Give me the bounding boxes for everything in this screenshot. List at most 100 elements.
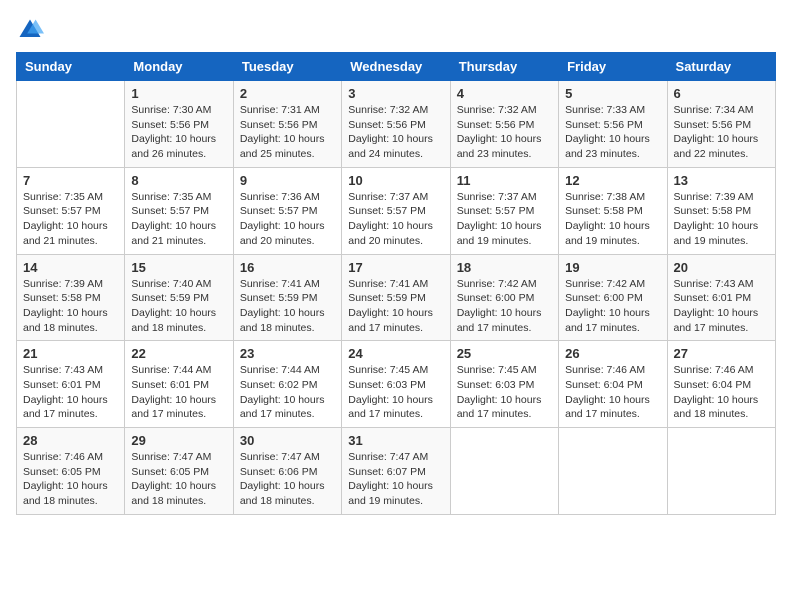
- cell-content: Sunrise: 7:44 AMSunset: 6:01 PMDaylight:…: [131, 363, 226, 422]
- cell-content: Sunrise: 7:45 AMSunset: 6:03 PMDaylight:…: [457, 363, 552, 422]
- calendar-week-row: 21 Sunrise: 7:43 AMSunset: 6:01 PMDayligh…: [17, 341, 776, 428]
- calendar-day-header: Sunday: [17, 53, 125, 81]
- day-number: 10: [348, 173, 443, 188]
- cell-content: Sunrise: 7:30 AMSunset: 5:56 PMDaylight:…: [131, 103, 226, 162]
- day-number: 24: [348, 346, 443, 361]
- calendar-cell: 22 Sunrise: 7:44 AMSunset: 6:01 PMDayligh…: [125, 341, 233, 428]
- calendar-cell: 20 Sunrise: 7:43 AMSunset: 6:01 PMDayligh…: [667, 254, 775, 341]
- cell-content: Sunrise: 7:31 AMSunset: 5:56 PMDaylight:…: [240, 103, 335, 162]
- day-number: 22: [131, 346, 226, 361]
- day-number: 29: [131, 433, 226, 448]
- day-number: 9: [240, 173, 335, 188]
- calendar-cell: 6 Sunrise: 7:34 AMSunset: 5:56 PMDaylight…: [667, 81, 775, 168]
- calendar-week-row: 14Sunrise: 7:39 AMSunset: 5:58 PMDayligh…: [17, 254, 776, 341]
- cell-content: Sunrise: 7:46 AMSunset: 6:04 PMDaylight:…: [674, 363, 769, 422]
- calendar-cell: 27 Sunrise: 7:46 AMSunset: 6:04 PMDayligh…: [667, 341, 775, 428]
- day-number: 8: [131, 173, 226, 188]
- calendar-cell: 24 Sunrise: 7:45 AMSunset: 6:03 PMDayligh…: [342, 341, 450, 428]
- cell-content: Sunrise: 7:47 AMSunset: 6:06 PMDaylight:…: [240, 450, 335, 509]
- cell-content: Sunrise: 7:37 AMSunset: 5:57 PMDaylight:…: [348, 190, 443, 249]
- calendar-cell: 18Sunrise: 7:42 AMSunset: 6:00 PMDayligh…: [450, 254, 558, 341]
- cell-content: Sunrise: 7:43 AMSunset: 6:01 PMDaylight:…: [674, 277, 769, 336]
- calendar-cell: 4 Sunrise: 7:32 AMSunset: 5:56 PMDaylight…: [450, 81, 558, 168]
- calendar-day-header: Tuesday: [233, 53, 341, 81]
- calendar-cell: 30 Sunrise: 7:47 AMSunset: 6:06 PMDayligh…: [233, 428, 341, 515]
- calendar-table: SundayMondayTuesdayWednesdayThursdayFrid…: [16, 52, 776, 515]
- day-number: 3: [348, 86, 443, 101]
- calendar-cell: 5 Sunrise: 7:33 AMSunset: 5:56 PMDaylight…: [559, 81, 667, 168]
- calendar-cell: 17Sunrise: 7:41 AMSunset: 5:59 PMDayligh…: [342, 254, 450, 341]
- calendar-cell: [667, 428, 775, 515]
- calendar-cell: 28Sunrise: 7:46 AMSunset: 6:05 PMDayligh…: [17, 428, 125, 515]
- calendar-cell: 26Sunrise: 7:46 AMSunset: 6:04 PMDayligh…: [559, 341, 667, 428]
- cell-content: Sunrise: 7:36 AMSunset: 5:57 PMDaylight:…: [240, 190, 335, 249]
- calendar-cell: [450, 428, 558, 515]
- calendar-cell: 14Sunrise: 7:39 AMSunset: 5:58 PMDayligh…: [17, 254, 125, 341]
- calendar-cell: 11 Sunrise: 7:37 AMSunset: 5:57 PMDayligh…: [450, 167, 558, 254]
- day-number: 25: [457, 346, 552, 361]
- day-number: 31: [348, 433, 443, 448]
- cell-content: Sunrise: 7:34 AMSunset: 5:56 PMDaylight:…: [674, 103, 769, 162]
- cell-content: Sunrise: 7:41 AMSunset: 5:59 PMDaylight:…: [240, 277, 335, 336]
- calendar-day-header: Friday: [559, 53, 667, 81]
- cell-content: Sunrise: 7:32 AMSunset: 5:56 PMDaylight:…: [457, 103, 552, 162]
- calendar-cell: 1 Sunrise: 7:30 AMSunset: 5:56 PMDaylight…: [125, 81, 233, 168]
- cell-content: Sunrise: 7:32 AMSunset: 5:56 PMDaylight:…: [348, 103, 443, 162]
- day-number: 18: [457, 260, 552, 275]
- day-number: 4: [457, 86, 552, 101]
- day-number: 7: [23, 173, 118, 188]
- page-header: [16, 16, 776, 44]
- calendar-week-row: 28Sunrise: 7:46 AMSunset: 6:05 PMDayligh…: [17, 428, 776, 515]
- day-number: 11: [457, 173, 552, 188]
- cell-content: Sunrise: 7:43 AMSunset: 6:01 PMDaylight:…: [23, 363, 118, 422]
- day-number: 20: [674, 260, 769, 275]
- cell-content: Sunrise: 7:45 AMSunset: 6:03 PMDaylight:…: [348, 363, 443, 422]
- calendar-cell: 8 Sunrise: 7:35 AMSunset: 5:57 PMDaylight…: [125, 167, 233, 254]
- day-number: 15: [131, 260, 226, 275]
- cell-content: Sunrise: 7:35 AMSunset: 5:57 PMDaylight:…: [23, 190, 118, 249]
- day-number: 28: [23, 433, 118, 448]
- cell-content: Sunrise: 7:33 AMSunset: 5:56 PMDaylight:…: [565, 103, 660, 162]
- calendar-day-header: Wednesday: [342, 53, 450, 81]
- calendar-cell: 25 Sunrise: 7:45 AMSunset: 6:03 PMDayligh…: [450, 341, 558, 428]
- day-number: 5: [565, 86, 660, 101]
- calendar-cell: 12Sunrise: 7:38 AMSunset: 5:58 PMDayligh…: [559, 167, 667, 254]
- calendar-day-header: Thursday: [450, 53, 558, 81]
- day-number: 27: [674, 346, 769, 361]
- cell-content: Sunrise: 7:41 AMSunset: 5:59 PMDaylight:…: [348, 277, 443, 336]
- day-number: 19: [565, 260, 660, 275]
- cell-content: Sunrise: 7:40 AMSunset: 5:59 PMDaylight:…: [131, 277, 226, 336]
- cell-content: Sunrise: 7:47 AMSunset: 6:07 PMDaylight:…: [348, 450, 443, 509]
- cell-content: Sunrise: 7:47 AMSunset: 6:05 PMDaylight:…: [131, 450, 226, 509]
- day-number: 21: [23, 346, 118, 361]
- calendar-day-header: Monday: [125, 53, 233, 81]
- calendar-cell: 23 Sunrise: 7:44 AMSunset: 6:02 PMDayligh…: [233, 341, 341, 428]
- day-number: 2: [240, 86, 335, 101]
- calendar-cell: 15 Sunrise: 7:40 AMSunset: 5:59 PMDayligh…: [125, 254, 233, 341]
- cell-content: Sunrise: 7:42 AMSunset: 6:00 PMDaylight:…: [565, 277, 660, 336]
- calendar-body: 1 Sunrise: 7:30 AMSunset: 5:56 PMDaylight…: [17, 81, 776, 515]
- calendar-cell: 21 Sunrise: 7:43 AMSunset: 6:01 PMDayligh…: [17, 341, 125, 428]
- cell-content: Sunrise: 7:35 AMSunset: 5:57 PMDaylight:…: [131, 190, 226, 249]
- calendar-cell: 31 Sunrise: 7:47 AMSunset: 6:07 PMDayligh…: [342, 428, 450, 515]
- calendar-day-header: Saturday: [667, 53, 775, 81]
- calendar-cell: 19 Sunrise: 7:42 AMSunset: 6:00 PMDayligh…: [559, 254, 667, 341]
- cell-content: Sunrise: 7:37 AMSunset: 5:57 PMDaylight:…: [457, 190, 552, 249]
- day-number: 6: [674, 86, 769, 101]
- calendar-cell: 10 Sunrise: 7:37 AMSunset: 5:57 PMDayligh…: [342, 167, 450, 254]
- day-number: 30: [240, 433, 335, 448]
- calendar-cell: 2 Sunrise: 7:31 AMSunset: 5:56 PMDaylight…: [233, 81, 341, 168]
- calendar-week-row: 1 Sunrise: 7:30 AMSunset: 5:56 PMDaylight…: [17, 81, 776, 168]
- cell-content: Sunrise: 7:39 AMSunset: 5:58 PMDaylight:…: [674, 190, 769, 249]
- logo: [16, 16, 48, 44]
- calendar-header-row: SundayMondayTuesdayWednesdayThursdayFrid…: [17, 53, 776, 81]
- day-number: 1: [131, 86, 226, 101]
- calendar-week-row: 7 Sunrise: 7:35 AMSunset: 5:57 PMDaylight…: [17, 167, 776, 254]
- calendar-cell: 29 Sunrise: 7:47 AMSunset: 6:05 PMDayligh…: [125, 428, 233, 515]
- cell-content: Sunrise: 7:38 AMSunset: 5:58 PMDaylight:…: [565, 190, 660, 249]
- day-number: 26: [565, 346, 660, 361]
- cell-content: Sunrise: 7:44 AMSunset: 6:02 PMDaylight:…: [240, 363, 335, 422]
- calendar-cell: 9 Sunrise: 7:36 AMSunset: 5:57 PMDaylight…: [233, 167, 341, 254]
- day-number: 23: [240, 346, 335, 361]
- calendar-cell: 7 Sunrise: 7:35 AMSunset: 5:57 PMDaylight…: [17, 167, 125, 254]
